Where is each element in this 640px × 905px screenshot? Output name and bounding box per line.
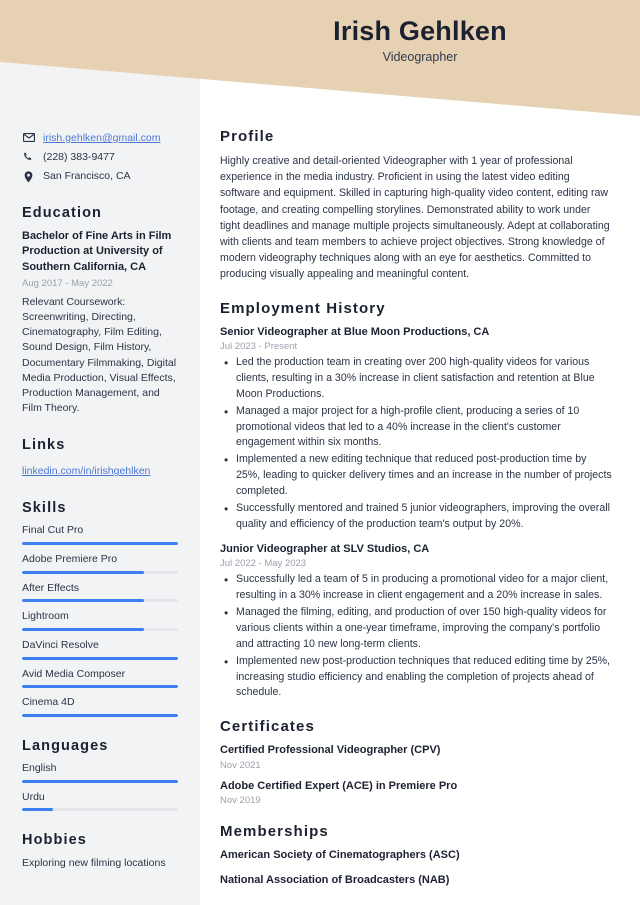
language-item: Urdu [22, 791, 178, 812]
skills-heading: Skills [22, 500, 67, 517]
main-content: Profile Highly creative and detail-orien… [200, 0, 640, 905]
employment-heading: Employment History [220, 299, 386, 317]
skill-level-fill [22, 685, 178, 689]
skill-item: Avid Media Composer [22, 668, 178, 689]
skill-level-fill [22, 542, 178, 546]
education-degree: Bachelor of Fine Arts in Film Production… [22, 229, 172, 273]
education-entry: Bachelor of Fine Arts in Film Production… [22, 229, 178, 417]
phone-value: (228) 383-9477 [43, 151, 115, 164]
skill-item: After Effects [22, 582, 178, 603]
membership-item: National Association of Broadcasters (NA… [220, 873, 450, 886]
education-description: Relevant Coursework: Screenwriting, Dire… [22, 295, 177, 415]
skill-item: Lightroom [22, 610, 178, 631]
education-heading: Education [22, 204, 102, 221]
skill-level-bar [22, 656, 178, 660]
resume-page: Irish Gehlken Videographer irish.gehlken… [0, 0, 640, 905]
skill-level-bar [22, 599, 178, 603]
certificates-heading: Certificates [220, 718, 315, 736]
certificate-title: Adobe Certified Expert (ACE) in Premiere… [220, 779, 458, 792]
skill-level-fill [22, 599, 144, 603]
language-level-bar [22, 808, 178, 812]
hobby-item: Exploring new filming locations [22, 857, 166, 870]
certificate-item: Certified Professional Videographer (CPV… [220, 743, 612, 770]
skill-level-bar [22, 570, 178, 574]
job-dates: Jul 2022 - May 2023 [220, 558, 307, 570]
hobbies-heading: Hobbies [22, 832, 87, 849]
language-label: English [22, 761, 57, 774]
certificate-title: Certified Professional Videographer (CPV… [220, 744, 441, 757]
memberships-heading: Memberships [220, 823, 329, 841]
skills-list: Final Cut Pro Adobe Premiere Pro After Eff… [22, 524, 178, 717]
certificate-date: Nov 2021 [220, 759, 261, 771]
job-bullet: Managed a major project for a high-profi… [220, 403, 612, 452]
job-title: Junior Videographer at SLV Studios, CA [220, 542, 430, 555]
skill-label: DaVinci Resolve [22, 638, 99, 651]
profile-heading: Profile [220, 128, 275, 145]
job-bullet: Implemented new post-production techniqu… [220, 653, 612, 702]
phone-icon [22, 150, 35, 163]
skill-level-fill [22, 570, 144, 574]
skill-label: After Effects [22, 581, 79, 594]
link-item-linkedin[interactable]: linkedin.com/in/irishgehlken [22, 465, 150, 477]
certificate-item: Adobe Certified Expert (ACE) in Premiere… [220, 779, 612, 806]
job-bullet: Managed the filming, editing, and produc… [220, 604, 612, 653]
location-pin-icon [22, 169, 35, 183]
job-bullet-list: Led the production team in creating over… [220, 354, 612, 533]
skill-item: Adobe Premiere Pro [22, 553, 178, 574]
job-dates: Jul 2023 - Present [220, 341, 298, 353]
links-heading: Links [22, 437, 66, 454]
contact-phone-row: (228) 383-9477 [22, 150, 178, 164]
languages-list: English Urdu [22, 762, 178, 812]
envelope-icon [22, 131, 35, 142]
job-title: Senior Videographer at Blue Moon Product… [220, 325, 490, 338]
certificates-list: Certified Professional Videographer (CPV… [220, 743, 612, 806]
contact-location-row: San Francisco, CA [22, 169, 178, 183]
profile-text: Highly creative and detail-oriented Vide… [220, 155, 610, 281]
contact-email-row[interactable]: irish.gehlken@gmail.com [22, 131, 178, 145]
language-item: English [22, 762, 178, 783]
job-bullet: Successfully mentored and trained 5 juni… [220, 500, 612, 533]
education-dates: Aug 2017 - May 2022 [22, 278, 113, 290]
skill-label: Cinema 4D [22, 696, 75, 709]
language-level-bar [22, 779, 178, 783]
skill-item: DaVinci Resolve [22, 639, 178, 660]
language-label: Urdu [22, 790, 45, 803]
languages-heading: Languages [22, 737, 109, 754]
language-level-fill [22, 779, 178, 783]
language-level-fill [22, 808, 54, 812]
profile-section: Profile Highly creative and detail-orien… [220, 128, 612, 283]
location-value: San Francisco, CA [43, 170, 131, 183]
job-bullet: Led the production team in creating over… [220, 354, 612, 403]
email-link[interactable]: irish.gehlken@gmail.com [43, 131, 160, 145]
skill-level-bar [22, 627, 178, 631]
skill-item: Final Cut Pro [22, 524, 178, 546]
skill-label: Final Cut Pro [22, 524, 84, 537]
memberships-section: Memberships American Society of Cinemato… [220, 823, 612, 888]
membership-item: American Society of Cinematographers (AS… [220, 849, 460, 862]
skill-level-bar [22, 542, 178, 546]
skill-level-fill [22, 656, 178, 660]
job-bullet: Implemented a new editing technique that… [220, 451, 612, 500]
skill-level-fill [22, 713, 178, 717]
skill-label: Avid Media Composer [22, 667, 126, 680]
certificates-section: Certificates Certified Professional Vide… [220, 718, 612, 806]
skill-label: Lightroom [22, 610, 69, 623]
job-bullet: Successfully led a team of 5 in producin… [220, 571, 612, 604]
employment-section: Employment History Senior Videographer a… [220, 300, 612, 702]
sidebar: irish.gehlken@gmail.com (228) 383-9477 S… [0, 0, 200, 905]
memberships-list: American Society of Cinematographers (AS… [220, 848, 612, 888]
job-bullet-list: Successfully led a team of 5 in producin… [220, 571, 612, 702]
skill-level-bar [22, 713, 178, 717]
skill-label: Adobe Premiere Pro [22, 553, 118, 566]
certificate-date: Nov 2019 [220, 795, 261, 807]
skill-level-bar [22, 685, 178, 689]
skill-item: Cinema 4D [22, 696, 178, 717]
skill-level-fill [22, 627, 144, 631]
jobs-list: Senior Videographer at Blue Moon Product… [220, 325, 612, 702]
